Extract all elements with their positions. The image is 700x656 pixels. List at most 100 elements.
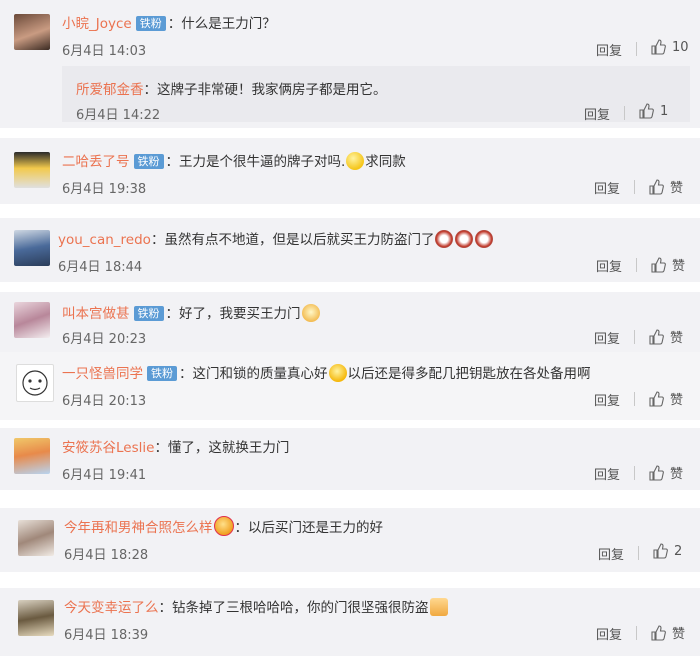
avatar[interactable] (18, 520, 54, 556)
thumbs-up-icon (651, 256, 666, 273)
avatar[interactable] (18, 600, 54, 636)
crying-emoji-icon (455, 230, 474, 248)
laugh-emoji-icon (328, 364, 347, 382)
comment-card: 叫本宫做甚 铁粉 ：好了，我要买王力门 6月4日 20:23 回复 赞 一只怪兽同学… (0, 292, 700, 420)
like-button[interactable]: 赞 (648, 177, 683, 196)
comment-time[interactable]: 6月4日 20:23 (62, 328, 146, 347)
divider (638, 546, 639, 560)
like-button[interactable]: 赞 (648, 389, 683, 408)
reply-button[interactable]: 回复 (594, 464, 620, 483)
reply-button[interactable]: 回复 (598, 544, 624, 563)
like-count: 2 (674, 543, 683, 559)
like-count: 赞 (672, 259, 686, 274)
comment-text: ：这牌子非常硬！我家俩房子都是用它。 (143, 82, 387, 98)
comment-text: ：好了，我要买王力门 (165, 306, 301, 322)
divider (634, 466, 635, 480)
comment-card: you_can_redo：虽然有点不地道，但是以后就买王力防盗门了 6月4日 1… (0, 218, 700, 282)
reply-button[interactable]: 回复 (596, 40, 622, 59)
thumbs-up-icon (639, 103, 654, 119)
thumbs-up-icon (649, 328, 664, 345)
smirk-emoji-icon (346, 152, 365, 170)
username-link[interactable]: you_can_redo (58, 232, 151, 248)
like-button[interactable]: 赞 (650, 623, 685, 642)
like-button[interactable]: 10 (650, 39, 689, 55)
heart-eyes-emoji-icon (213, 516, 234, 536)
reply-card: 所爱郁金香：这牌子非常硬！我家俩房子都是用它。 6月4日 14:22 回复 1 (62, 66, 690, 123)
crying-emoji-icon (435, 230, 454, 248)
username-link[interactable]: 今年再和男神合照怎么样 (64, 520, 213, 536)
reply-button[interactable]: 回复 (594, 178, 620, 197)
avatar[interactable] (14, 152, 50, 188)
comment-time[interactable]: 6月4日 18:44 (58, 256, 142, 275)
thumbs-up-emoji-icon (429, 598, 448, 616)
comment-text: 以后还是得多配几把钥匙放在各处备用啊 (347, 366, 591, 382)
comment-text: ：懂了，这就换王力门 (154, 440, 290, 456)
comment-card: 今年再和男神合照怎么样 ：以后买门还是王力的好 6月4日 18:28 回复 2 (0, 508, 700, 572)
like-count: 赞 (670, 331, 684, 346)
comment-text: ：虽然有点不地道，但是以后就买王力防盗门了 (150, 232, 435, 248)
reply-button[interactable]: 回复 (596, 256, 622, 275)
comment-text: ：这门和锁的质量真心好 (179, 366, 328, 382)
username-link[interactable]: 叫本宫做甚 (62, 306, 130, 322)
like-count: 赞 (670, 467, 684, 482)
username-link[interactable]: 小睆_Joyce (62, 16, 132, 32)
divider (636, 258, 637, 272)
username-link[interactable]: 一只怪兽同学 (62, 366, 143, 382)
divider (636, 42, 637, 56)
avatar[interactable] (14, 302, 50, 338)
thumbs-up-icon (651, 624, 666, 641)
fan-badge[interactable]: 铁粉 (135, 16, 166, 31)
like-button[interactable]: 赞 (648, 463, 683, 482)
comment-time[interactable]: 6月4日 14:03 (62, 40, 146, 59)
fan-badge[interactable]: 铁粉 (147, 366, 177, 381)
doodle-face-icon (22, 370, 48, 396)
username-link[interactable]: 今天变幸运了么 (64, 600, 159, 616)
comment-time[interactable]: 6月4日 18:28 (64, 544, 148, 563)
like-button[interactable]: 赞 (648, 327, 683, 346)
avatar[interactable] (16, 364, 54, 402)
comment-text: ：以后买门还是王力的好 (234, 520, 384, 536)
reply-card: 一只怪兽同学 铁粉 ：这门和锁的质量真心好 以后还是得多配几把钥匙放在各处备用啊 6月… (0, 352, 700, 420)
divider (634, 392, 635, 406)
like-button[interactable]: 1 (638, 103, 668, 119)
thumbs-up-icon (649, 178, 664, 195)
comment-time[interactable]: 6月4日 20:13 (62, 390, 146, 409)
reply-button[interactable]: 回复 (594, 390, 620, 409)
like-count: 赞 (672, 627, 686, 642)
divider (636, 626, 637, 640)
comment-time[interactable]: 6月4日 18:39 (64, 624, 148, 643)
crying-emoji-icon (475, 230, 494, 248)
thumbs-up-icon (649, 390, 664, 407)
divider (634, 330, 635, 344)
reply-button[interactable]: 回复 (596, 624, 622, 643)
like-count: 赞 (670, 393, 684, 408)
reply-button[interactable]: 回复 (594, 328, 620, 347)
username-link[interactable]: 安筱苏谷Leslie (62, 440, 154, 456)
fan-badge[interactable]: 铁粉 (133, 306, 164, 321)
avatar[interactable] (14, 14, 50, 50)
comment-text: ：什么是王力门？ (167, 16, 276, 32)
avatar[interactable] (14, 438, 50, 474)
comment-text: ：钻条掉了三根哈哈哈，你的门很坚强很防盗 (158, 600, 429, 616)
avatar[interactable] (14, 230, 50, 266)
reply-button[interactable]: 回复 (584, 104, 610, 123)
cat-emoji-icon (301, 304, 320, 322)
thumbs-up-icon (653, 543, 668, 559)
like-count: 1 (660, 103, 669, 119)
comment-time[interactable]: 6月4日 19:41 (62, 464, 146, 483)
thumbs-up-icon (651, 39, 666, 55)
divider (634, 180, 635, 194)
like-button[interactable]: 赞 (650, 255, 685, 274)
like-count: 赞 (670, 181, 684, 196)
comment-text: 求同款 (365, 154, 406, 170)
like-count: 10 (672, 39, 689, 55)
like-button[interactable]: 2 (652, 543, 682, 559)
comment-card: 今天变幸运了么：钻条掉了三根哈哈哈，你的门很坚强很防盗 6月4日 18:39 回… (0, 588, 700, 656)
username-link[interactable]: 所爱郁金香 (76, 82, 144, 98)
fan-badge[interactable]: 铁粉 (133, 154, 164, 169)
comment-card: 小睆_Joyce 铁粉 ：什么是王力门？ 6月4日 14:03 回复 10 所爱郁金… (0, 0, 700, 128)
comment-time[interactable]: 6月4日 14:22 (76, 104, 160, 123)
comment-time[interactable]: 6月4日 19:38 (62, 178, 146, 197)
divider (624, 106, 625, 120)
username-link[interactable]: 二哈丢了号 (62, 154, 130, 170)
